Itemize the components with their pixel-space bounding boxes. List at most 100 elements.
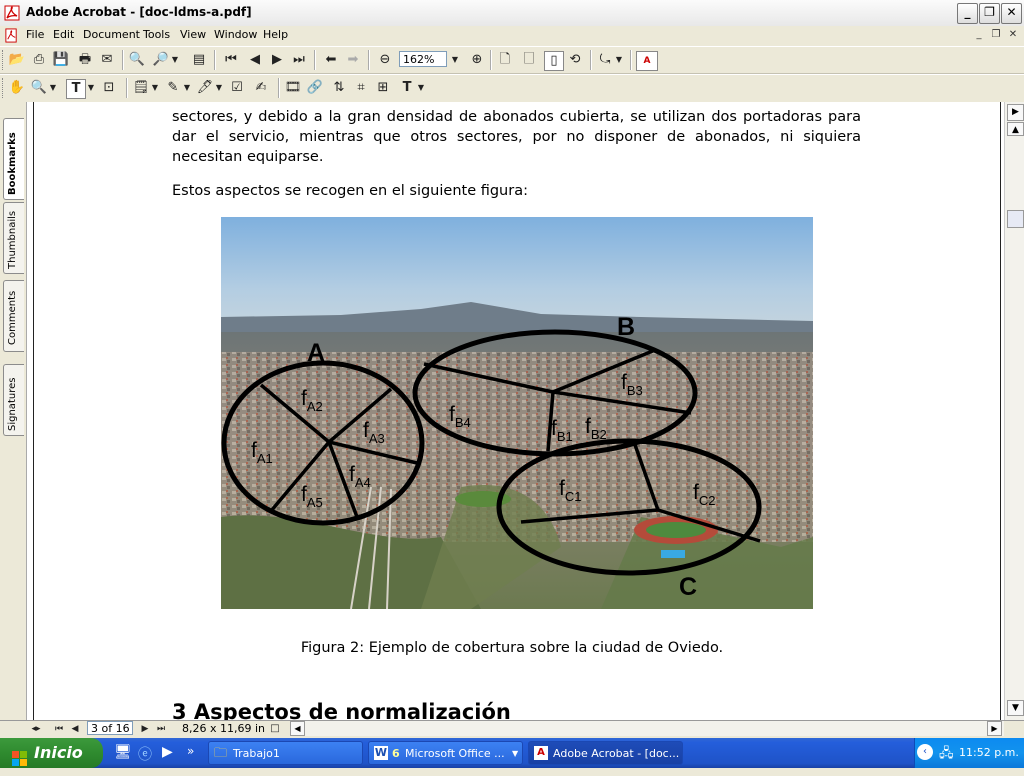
forward-icon[interactable]: ➡ <box>344 51 362 69</box>
previous-page-icon[interactable]: ◀ <box>246 51 264 69</box>
review-icon[interactable]: ☑ <box>228 79 246 97</box>
network-icon[interactable]: 🖧 <box>939 744 954 766</box>
crop-tool-icon[interactable]: ⌗ <box>352 79 370 97</box>
layout-arrows-icon[interactable]: ◂▸ <box>28 721 44 737</box>
link-tool-icon[interactable]: 🔗 <box>306 79 324 97</box>
task-trabajo1[interactable]: 🗀 Trabajo1 <box>208 741 363 765</box>
clock[interactable]: 11:52 p.m. <box>959 746 1019 759</box>
zoom-dropdown-chevron-icon[interactable]: ▼ <box>450 51 460 69</box>
scan-icon[interactable]: ⎙ <box>30 51 48 69</box>
article-tool-icon[interactable]: ⇅ <box>330 79 348 97</box>
internet-explorer-icon[interactable]: ⓔ <box>138 744 156 763</box>
chevron-down-icon[interactable]: ▼ <box>170 51 180 69</box>
fit-page-icon[interactable]: 🗌 <box>520 51 538 69</box>
fit-visible-icon[interactable]: ⟲ <box>566 51 584 69</box>
minimize-button[interactable]: _ <box>957 3 978 24</box>
menu-file[interactable]: File <box>26 28 44 41</box>
navigation-pane-icon[interactable]: ▤ <box>190 51 208 69</box>
tray-expand-icon[interactable]: ‹ <box>917 744 933 760</box>
scroll-thumb[interactable] <box>1007 210 1024 228</box>
single-page-icon[interactable]: □ <box>268 721 282 737</box>
freq-label-c1: C1 <box>565 489 582 504</box>
open-icon[interactable]: 📂 <box>8 51 26 69</box>
zoom-field[interactable]: 162% <box>399 51 447 67</box>
media-player-icon[interactable]: ▶ <box>162 744 180 762</box>
adobe-logo-icon[interactable]: A <box>636 51 658 71</box>
navigation-pane: Bookmarks Thumbnails Comments Signatures <box>0 102 27 720</box>
search-icon[interactable]: 🔍 <box>128 51 146 69</box>
scroll-left-button[interactable]: ◀ <box>290 721 305 736</box>
fit-width-icon[interactable]: ▯ <box>544 51 564 71</box>
tab-signatures[interactable]: Signatures <box>3 364 24 436</box>
print-icon[interactable]: 🖶 <box>76 51 94 69</box>
tab-thumbnails[interactable]: Thumbnails <box>3 202 24 274</box>
task-microsoft-office[interactable]: W 6 Microsoft Office ... ▼ <box>368 741 523 765</box>
note-chevron-icon[interactable]: ▼ <box>150 79 160 97</box>
zoom-out-icon[interactable]: ⊖ <box>376 51 394 69</box>
status-first-page-icon[interactable]: ⏮ <box>52 721 66 737</box>
horizontal-scrollbar[interactable]: ◀ ▶ <box>290 721 1004 736</box>
show-desktop-icon[interactable]: 🖥 <box>114 744 132 762</box>
scroll-down-button[interactable]: ▼ <box>1007 700 1024 716</box>
doc-restore-button[interactable]: ❐ <box>989 29 1003 42</box>
tab-comments[interactable]: Comments <box>3 280 24 352</box>
menu-window[interactable]: Window <box>214 28 257 41</box>
restore-button[interactable]: ❐ <box>979 3 1000 24</box>
window-title: Adobe Acrobat - [doc-ldms-a.pdf] <box>26 5 252 19</box>
email-icon[interactable]: ✉ <box>98 51 116 69</box>
actual-size-icon[interactable]: 🗋 <box>496 51 514 69</box>
first-page-icon[interactable]: ⏮ <box>222 51 240 69</box>
doc-close-button[interactable]: ✕ <box>1006 29 1020 42</box>
text-select-icon[interactable]: T <box>66 79 86 99</box>
text-select-chevron-icon[interactable]: ▼ <box>86 79 96 97</box>
quicklaunch-more-icon[interactable]: » <box>187 744 201 762</box>
movie-tool-icon[interactable]: 🎞 <box>284 79 302 97</box>
menu-view[interactable]: View <box>180 28 206 41</box>
rotate-icon[interactable]: ⤿ <box>596 51 614 69</box>
status-next-page-icon[interactable]: ▶ <box>138 721 152 737</box>
touchup-chevron-icon[interactable]: ▼ <box>416 79 426 97</box>
figure-caption: Figura 2: Ejemplo de cobertura sobre la … <box>300 640 724 656</box>
document-icon[interactable] <box>4 28 19 43</box>
split-arrow-icon[interactable]: ▶ <box>1007 104 1024 121</box>
close-button[interactable]: ✕ <box>1001 3 1022 24</box>
menu-edit[interactable]: Edit <box>53 28 74 41</box>
save-icon[interactable]: 💾 <box>52 51 70 69</box>
next-page-icon[interactable]: ▶ <box>268 51 286 69</box>
status-last-page-icon[interactable]: ⏭ <box>154 721 168 737</box>
highlight-chevron-icon[interactable]: ▼ <box>214 79 224 97</box>
zoom-in-icon[interactable]: ⊕ <box>468 51 486 69</box>
pencil-tool-icon[interactable]: ✎ <box>164 79 182 97</box>
doc-minimize-button[interactable]: _ <box>972 29 986 42</box>
menu-document[interactable]: Document <box>83 28 140 41</box>
pencil-chevron-icon[interactable]: ▼ <box>182 79 192 97</box>
acrobat-app-icon[interactable] <box>4 5 20 21</box>
note-tool-icon[interactable]: 🗒 <box>132 79 150 97</box>
freq-label-c2: C2 <box>699 493 716 508</box>
last-page-icon[interactable]: ⏭ <box>290 51 308 69</box>
aerial-city-photo: A B C fA1 fA2 fA3 fA4 fA5 fB1 fB2 fB3 fB… <box>221 217 813 609</box>
scroll-up-button[interactable]: ▲ <box>1007 122 1024 136</box>
zoom-tool-chevron-icon[interactable]: ▼ <box>48 79 58 97</box>
vertical-scrollbar[interactable]: ▶ ▲ ▼ <box>1004 102 1024 720</box>
start-button[interactable]: Inicio <box>0 738 103 768</box>
menu-help[interactable]: Help <box>263 28 288 41</box>
touchup-text-icon[interactable]: T <box>398 79 416 97</box>
task-adobe-acrobat[interactable]: A Adobe Acrobat - [doc... <box>528 741 683 765</box>
snapshot-icon[interactable]: ⊡ <box>100 79 118 97</box>
hand-tool-icon[interactable]: ✋ <box>8 79 26 97</box>
zoom-tool-icon[interactable]: 🔍 <box>30 79 48 97</box>
page-number-field[interactable]: 3 of 16 <box>87 721 133 735</box>
find-icon[interactable]: 🔎 <box>152 51 170 69</box>
tab-bookmarks[interactable]: Bookmarks <box>3 118 24 200</box>
sign-icon[interactable]: ✍ <box>252 79 270 97</box>
scroll-right-button[interactable]: ▶ <box>987 721 1002 736</box>
menu-tools[interactable]: Tools <box>143 28 170 41</box>
freq-label-b1: B1 <box>557 429 573 444</box>
highlight-tool-icon[interactable]: 🖊 <box>196 79 214 97</box>
status-prev-page-icon[interactable]: ◀ <box>68 721 82 737</box>
rotate-dropdown-chevron-icon[interactable]: ▼ <box>614 51 624 69</box>
back-icon[interactable]: ⬅ <box>322 51 340 69</box>
folder-icon: 🗀 <box>214 746 228 761</box>
form-tool-icon[interactable]: ⊞ <box>374 79 392 97</box>
